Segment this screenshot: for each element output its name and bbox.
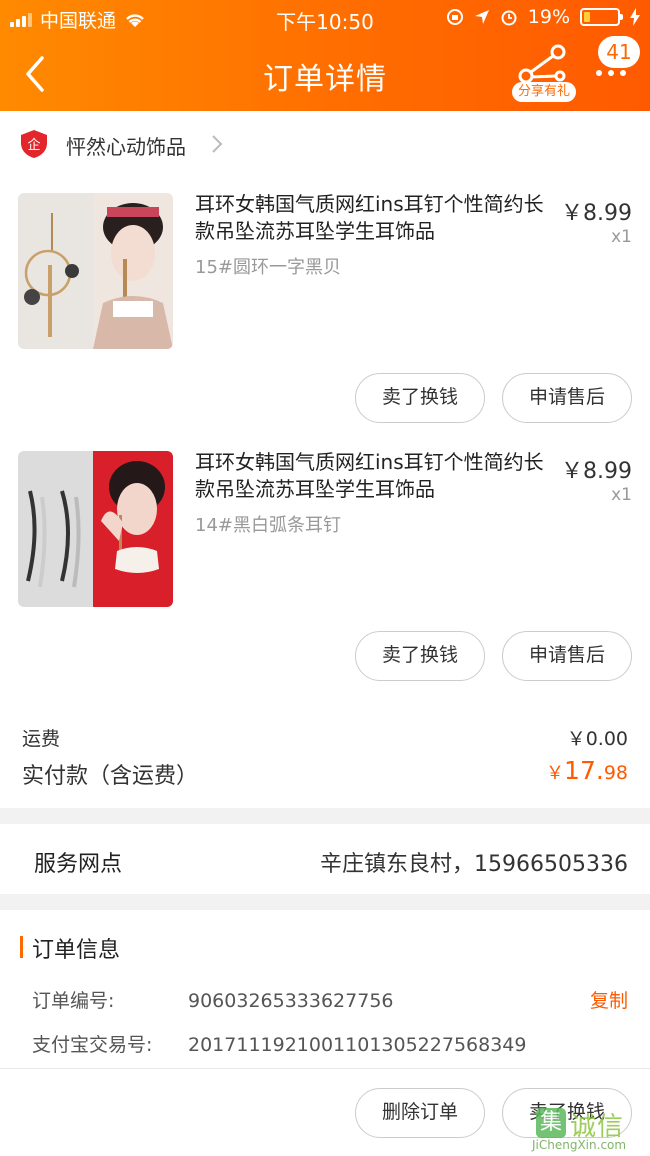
product-price: ￥8.99 xyxy=(561,201,632,226)
product-title[interactable]: 耳环女韩国气质网红ins耳钉个性简约长款吊坠流苏耳坠学生耳饰品 xyxy=(195,191,550,245)
battery-icon xyxy=(580,8,623,26)
model-photo xyxy=(93,451,173,607)
after-sale-button[interactable]: 申请售后 xyxy=(502,631,632,681)
paid-decimal: 98 xyxy=(603,762,628,784)
product-quantity: x1 xyxy=(611,485,632,505)
service-label: 服务网点 xyxy=(34,852,123,877)
rotation-lock-icon xyxy=(446,9,463,25)
paid-currency: ￥ xyxy=(546,763,565,784)
payment-summary: 运费 ￥0.00 实付款（含运费） ￥17.98 xyxy=(0,690,650,808)
service-point-row: 服务网点 辛庄镇东良村，15966505336 xyxy=(0,824,650,894)
product-title[interactable]: 耳环女韩国气质网红ins耳钉个性简约长款吊坠流苏耳坠学生耳饰品 xyxy=(195,449,550,503)
copy-button[interactable]: 复制 xyxy=(590,986,628,1013)
share-button[interactable]: 分享有礼 xyxy=(512,42,576,102)
resell-button[interactable]: 卖了换钱 xyxy=(355,373,485,423)
shop-name: 怦然心动饰品 xyxy=(66,135,186,159)
charging-icon xyxy=(630,8,640,26)
order-item[interactable]: 耳环女韩国气质网红ins耳钉个性简约长款吊坠流苏耳坠学生耳饰品 ￥8.99 x1… xyxy=(0,433,650,691)
alipay-number-label: 支付宝交易号: xyxy=(32,1034,153,1056)
alarm-icon xyxy=(501,10,517,26)
shipping-label: 运费 xyxy=(22,728,61,750)
after-sale-button[interactable]: 申请售后 xyxy=(502,373,632,423)
order-number-label: 订单编号: xyxy=(32,990,115,1012)
earring-photo xyxy=(18,193,93,349)
product-spec: 14#黑白弧条耳钉 xyxy=(195,515,341,536)
earring-photo xyxy=(18,451,93,607)
battery-percent: 19% xyxy=(527,6,570,28)
product-spec: 15#圆环一字黑贝 xyxy=(195,257,341,278)
enterprise-shield-icon: 企 xyxy=(21,130,47,158)
section-title: 订单信息 xyxy=(32,938,121,963)
shop-row[interactable]: 企 怦然心动饰品 xyxy=(0,111,650,175)
product-image[interactable] xyxy=(18,193,173,349)
delete-order-button[interactable]: 删除订单 xyxy=(355,1088,485,1138)
paid-amount: ￥17.98 xyxy=(546,756,628,785)
share-label: 分享有礼 xyxy=(512,82,576,102)
more-icon xyxy=(596,70,626,76)
watermark-url: JiChengXin.com xyxy=(532,1138,627,1152)
resell-button[interactable]: 卖了换钱 xyxy=(355,631,485,681)
watermark-logo: 集 诚信 JiChengXin.com xyxy=(530,1104,648,1156)
order-item[interactable]: 耳环女韩国气质网红ins耳钉个性简约长款吊坠流苏耳坠学生耳饰品 ￥8.99 x1… xyxy=(0,175,650,433)
alipay-number: 2017111921001101305227568349 xyxy=(188,1034,527,1056)
location-icon xyxy=(474,10,489,24)
order-number-row: 订单编号: 90603265333627756 xyxy=(32,986,394,1013)
chevron-right-icon xyxy=(212,135,223,153)
paid-integer: 17. xyxy=(564,756,604,785)
model-photo xyxy=(93,193,173,349)
product-price: ￥8.99 xyxy=(561,459,632,484)
product-image[interactable] xyxy=(18,451,173,607)
divider xyxy=(0,1068,650,1069)
watermark-icon: 集 xyxy=(536,1108,566,1138)
product-quantity: x1 xyxy=(611,227,632,247)
more-button[interactable]: 41 xyxy=(594,36,640,86)
shipping-value: ￥0.00 xyxy=(566,728,628,750)
section-marker xyxy=(20,936,23,958)
nav-bar: 订单详情 分享有礼 41 xyxy=(0,36,650,111)
alipay-number-row: 支付宝交易号: 2017111921001101305227568349 xyxy=(32,1030,526,1057)
service-value: 辛庄镇东良村，15966505336 xyxy=(320,852,628,877)
svg-text:企: 企 xyxy=(27,137,40,153)
share-icon xyxy=(518,44,566,84)
status-bar: 中国联通 下午10:50 19% xyxy=(0,0,650,36)
order-number: 90603265333627756 xyxy=(188,990,394,1012)
header: 中国联通 下午10:50 19% 订单详情 分享有礼 41 xyxy=(0,0,650,111)
message-badge: 41 xyxy=(598,36,640,68)
paid-label: 实付款（含运费） xyxy=(22,764,199,789)
